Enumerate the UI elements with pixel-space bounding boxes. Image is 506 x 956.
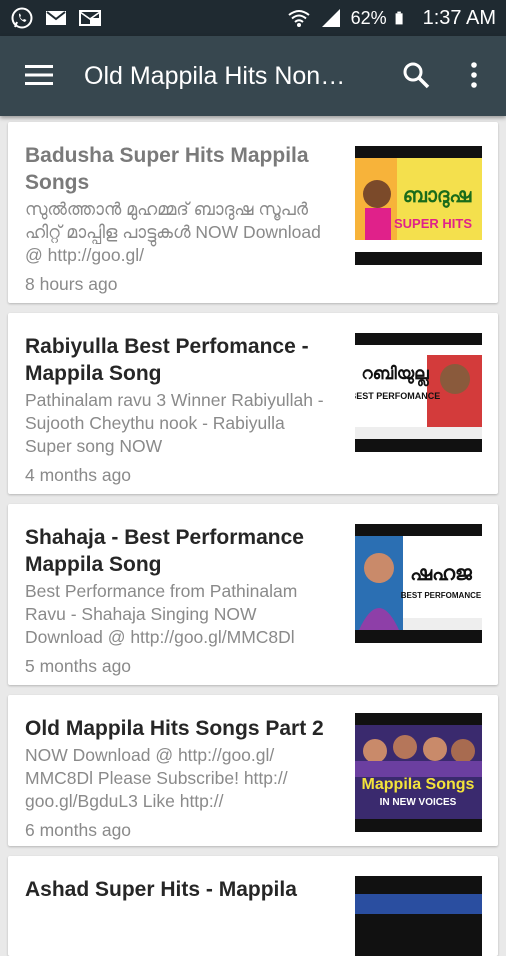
- video-text: Old Mappila Hits Songs Part 2 NOW Downlo…: [25, 715, 335, 842]
- video-time: 8 hours ago: [25, 274, 118, 294]
- thumbnail-caption: IN NEW VOICES: [380, 797, 457, 808]
- video-description: NOW Download @ http://goo.gl/ MMC8Dl Ple…: [25, 745, 288, 811]
- video-time: 6 months ago: [25, 820, 132, 840]
- video-title: Old Mappila Hits Songs Part 2: [25, 717, 324, 740]
- thumbnail-caption: BEST PERFOMANCE: [401, 591, 482, 600]
- video-title: Ashad Super Hits - Mappila: [25, 878, 297, 901]
- whatsapp-icon: [11, 7, 33, 29]
- email-icon: [79, 10, 101, 26]
- video-text: Ashad Super Hits - Mappila: [25, 876, 335, 903]
- video-card[interactable]: Ashad Super Hits - Mappila: [8, 856, 498, 956]
- thumbnail-heading: ബാദുഷ: [403, 183, 473, 208]
- thumbnail-caption: BEST PERFOMANCE: [355, 391, 440, 401]
- video-card[interactable]: Shahaja - Best Performance Mappila Song …: [8, 504, 498, 685]
- video-title: Badusha Super Hits Mappila Songs: [25, 144, 309, 194]
- video-description: സുൽത്താൻ മുഹമ്മദ് ബാദുഷ സൂപർ ഹിറ്റ് മാപ്…: [25, 199, 321, 265]
- clock: 1:37 AM: [422, 7, 496, 29]
- more-options-icon[interactable]: [466, 60, 482, 90]
- video-thumbnail[interactable]: റബിയുല്ല BEST PERFOMANCE: [355, 333, 482, 452]
- video-time: 4 months ago: [25, 465, 132, 485]
- search-icon[interactable]: [401, 60, 431, 90]
- battery-icon: [395, 11, 403, 25]
- video-time: 5 months ago: [25, 656, 132, 676]
- video-title: Rabiyulla Best Perfomance - Mappila Song: [25, 335, 309, 385]
- thumbnail-art: Mappila Songs IN NEW VOICES: [355, 725, 482, 819]
- thumbnail-art: [355, 888, 482, 956]
- thumbnail-art: റബിയുല്ല BEST PERFOMANCE: [355, 345, 482, 439]
- toolbar-title: Old Mappila Hits Non…: [84, 62, 346, 90]
- app-toolbar: Old Mappila Hits Non…: [0, 36, 506, 116]
- gmail-icon: [46, 11, 66, 25]
- thumbnail-caption: SUPER HITS: [394, 216, 472, 231]
- video-card[interactable]: Rabiyulla Best Perfomance - Mappila Song…: [8, 313, 498, 494]
- video-text: Rabiyulla Best Perfomance - Mappila Song…: [25, 333, 335, 487]
- video-thumbnail[interactable]: Mappila Songs IN NEW VOICES: [355, 713, 482, 832]
- video-thumbnail[interactable]: ബാദുഷ SUPER HITS: [355, 146, 482, 265]
- video-text: Badusha Super Hits Mappila Songs സുൽത്താ…: [25, 142, 335, 296]
- notification-icons: [10, 6, 102, 30]
- thumbnail-heading: ഷഹജ: [410, 561, 473, 585]
- battery-percent: 62%: [350, 8, 387, 28]
- system-icons: 62% 1:37 AM: [287, 6, 496, 30]
- signal-icon: [321, 9, 340, 27]
- video-text: Shahaja - Best Performance Mappila Song …: [25, 524, 335, 678]
- thumbnail-heading: Mappila Songs: [362, 776, 475, 793]
- thumbnail-art: ബാദുഷ SUPER HITS: [355, 158, 482, 252]
- video-description: Pathinalam ravu 3 Winner Rabiyullah - Su…: [25, 390, 324, 456]
- video-thumbnail[interactable]: [355, 876, 482, 956]
- status-bar: 62% 1:37 AM: [0, 0, 506, 36]
- hamburger-menu-icon[interactable]: [24, 62, 54, 88]
- video-description: Best Performance from Pathinalam Ravu - …: [25, 581, 298, 647]
- video-card[interactable]: Badusha Super Hits Mappila Songs സുൽത്താ…: [8, 122, 498, 303]
- video-title: Shahaja - Best Performance Mappila Song: [25, 526, 304, 576]
- thumbnail-art: ഷഹജ BEST PERFOMANCE: [355, 536, 482, 630]
- video-card[interactable]: Old Mappila Hits Songs Part 2 NOW Downlo…: [8, 695, 498, 846]
- thumbnail-heading: റബിയുല്ല: [361, 364, 429, 387]
- wifi-icon: [287, 10, 310, 27]
- video-thumbnail[interactable]: ഷഹജ BEST PERFOMANCE: [355, 524, 482, 643]
